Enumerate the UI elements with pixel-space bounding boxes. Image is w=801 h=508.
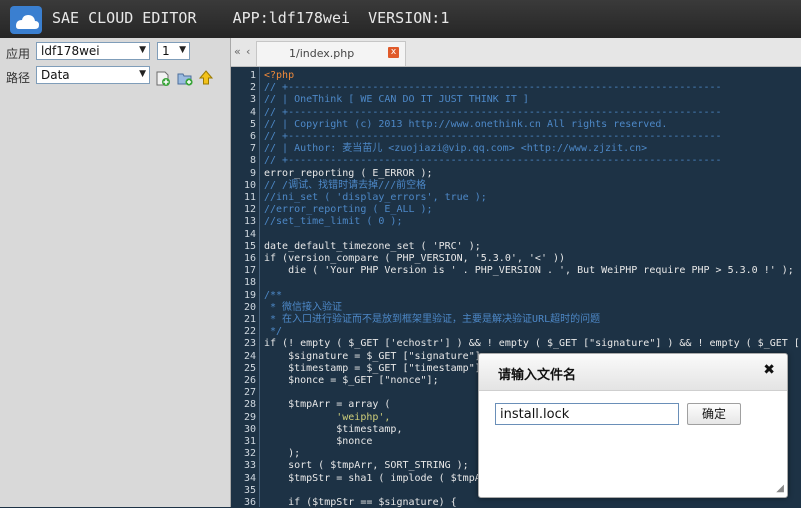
code-line: 'weiphp', <box>264 411 391 423</box>
line-number: 30 <box>243 423 256 435</box>
line-number: 36 <box>243 497 256 508</box>
new-folder-icon[interactable] <box>177 71 193 87</box>
code-line: error_reporting ( E_ERROR ); <box>264 167 433 179</box>
watermark-logo <box>614 450 750 480</box>
line-number: 35 <box>243 484 256 496</box>
line-number: 9 <box>249 167 256 179</box>
line-number: 20 <box>243 301 256 313</box>
code-line: $nonce <box>264 436 373 447</box>
code-line: */ <box>264 326 283 338</box>
tab-index-php[interactable]: 1/index.php x <box>256 41 406 66</box>
line-number-gutter: 1 2 3 4 5 6 7 8 9 10 11 12 13 14 15 16 17 18 19 20 21 22 23 24 2… <box>231 67 260 508</box>
up-folder-icon[interactable] <box>198 70 214 86</box>
path-select[interactable]: Data ▼ <box>36 66 150 84</box>
code-line: date_default_timezone_set ( 'PRC' ); <box>264 240 481 252</box>
app-select-value: ldf178wei <box>41 44 100 58</box>
sae-logo-icon <box>10 6 42 34</box>
line-number: 10 <box>243 179 256 191</box>
line-number: 15 <box>243 240 256 252</box>
code-line: $timestamp = $_GET ["timestamp"]; <box>264 362 487 374</box>
line-number: 29 <box>243 411 256 423</box>
line-number: 24 <box>243 350 256 362</box>
line-number: 28 <box>243 399 256 411</box>
code-line: // +------------------------------------… <box>264 106 722 118</box>
chevron-down-icon: ▼ <box>179 45 186 55</box>
new-file-icon[interactable] <box>155 71 171 87</box>
app-label: 应用 <box>6 47 31 61</box>
code-line: ); <box>264 448 301 460</box>
code-line: // /调试、找错时请去掉///前空格 <box>264 179 427 191</box>
code-line: if (! empty ( $_GET ['echostr'] ) && ! e… <box>264 338 801 350</box>
file-sidebar: 应用 ldf178wei ▼ 1 ▼ 路径 Data ▼ <box>0 38 231 507</box>
line-number: 23 <box>243 338 256 350</box>
path-select-value: Data <box>41 68 70 82</box>
dialog-header: 请输入文件名 ✖ <box>479 354 787 391</box>
line-number: 33 <box>243 460 256 472</box>
tab-label: 1/index.php <box>289 47 355 60</box>
line-number: 3 <box>249 94 256 106</box>
filename-input[interactable] <box>495 403 679 425</box>
close-tab-icon[interactable]: x <box>388 47 399 58</box>
close-icon[interactable]: ✖ <box>763 362 775 378</box>
code-line: <?php <box>264 70 295 81</box>
title-bar: SAE CLOUD EDITOR APP:ldf178wei VERSION:1 <box>0 0 801 39</box>
line-number: 31 <box>243 436 256 447</box>
dialog-title: 请输入文件名 <box>498 368 577 383</box>
code-line: //ini_set ( 'display_errors', true ); <box>264 192 487 203</box>
line-number: 14 <box>243 228 256 240</box>
line-number: 22 <box>243 326 256 338</box>
version-select[interactable]: 1 ▼ <box>157 42 190 60</box>
line-number: 11 <box>243 192 256 203</box>
chevron-down-icon: ▼ <box>139 45 146 55</box>
prev-tab-icon[interactable]: ‹ <box>246 45 250 58</box>
line-number: 7 <box>249 143 256 155</box>
line-number: 25 <box>243 362 256 374</box>
code-line: $nonce = $_GET ["nonce"]; <box>264 375 439 386</box>
code-line: if ($tmpStr == $signature) { <box>264 497 457 507</box>
code-line: //set_time_limit ( 0 ); <box>264 216 403 228</box>
line-number: 26 <box>243 375 256 386</box>
code-line: // +------------------------------------… <box>264 131 722 142</box>
line-number: 4 <box>249 106 256 118</box>
line-number: 8 <box>249 155 256 167</box>
code-line: if (version_compare ( PHP_VERSION, '5.3.… <box>264 253 566 264</box>
line-number: 12 <box>243 204 256 216</box>
app-select[interactable]: ldf178wei ▼ <box>36 42 150 60</box>
code-line: sort ( $tmpArr, SORT_STRING ); <box>264 460 469 472</box>
code-line: /** <box>264 289 283 301</box>
app-title: SAE CLOUD EDITOR APP:ldf178wei VERSION:1 <box>52 9 450 27</box>
code-line: $tmpStr = sha1 ( implode ( $tmpA <box>264 472 481 484</box>
tab-strip: « ‹ 1/index.php x <box>231 38 801 67</box>
code-line: //error_reporting ( E_ALL ); <box>264 204 433 216</box>
code-line: * 在入口进行验证而不是放到框架里验证，主要是解决验证URL超时的问题 <box>264 314 601 325</box>
line-number: 16 <box>243 253 256 264</box>
code-line: $tmpArr = array ( <box>264 399 391 411</box>
line-number: 13 <box>243 216 256 228</box>
line-number: 1 <box>249 70 256 81</box>
line-number: 17 <box>243 265 256 277</box>
line-number: 2 <box>249 82 256 94</box>
line-number: 19 <box>243 289 256 301</box>
code-line: // +------------------------------------… <box>264 82 722 94</box>
line-number: 18 <box>243 277 256 289</box>
code-line: // | OneThink [ WE CAN DO IT JUST THINK … <box>264 94 529 106</box>
code-line: // | Author: 麦当苗儿 <zuojiazi@vip.qq.com> … <box>264 143 648 155</box>
code-line: die ( 'Your PHP Version is ' . PHP_VERSI… <box>264 265 794 277</box>
confirm-button[interactable]: 确定 <box>687 403 741 425</box>
code-line: // | Copyright (c) 2013 http://www.oneth… <box>264 118 668 130</box>
line-number: 5 <box>249 118 256 130</box>
code-line: $timestamp, <box>264 423 403 435</box>
code-line: $signature = $_GET ["signature"]; <box>264 350 487 362</box>
line-number: 6 <box>249 131 256 142</box>
line-number: 27 <box>243 387 256 399</box>
chevron-down-icon: ▼ <box>139 69 146 79</box>
line-number: 32 <box>243 448 256 460</box>
version-select-value: 1 <box>162 44 170 58</box>
code-line: * 微信接入验证 <box>264 301 343 313</box>
scroll-left-icon[interactable]: « <box>234 45 241 58</box>
code-line: // +------------------------------------… <box>264 155 722 167</box>
line-number: 21 <box>243 314 256 325</box>
path-label: 路径 <box>6 71 31 85</box>
line-number: 34 <box>243 472 256 484</box>
